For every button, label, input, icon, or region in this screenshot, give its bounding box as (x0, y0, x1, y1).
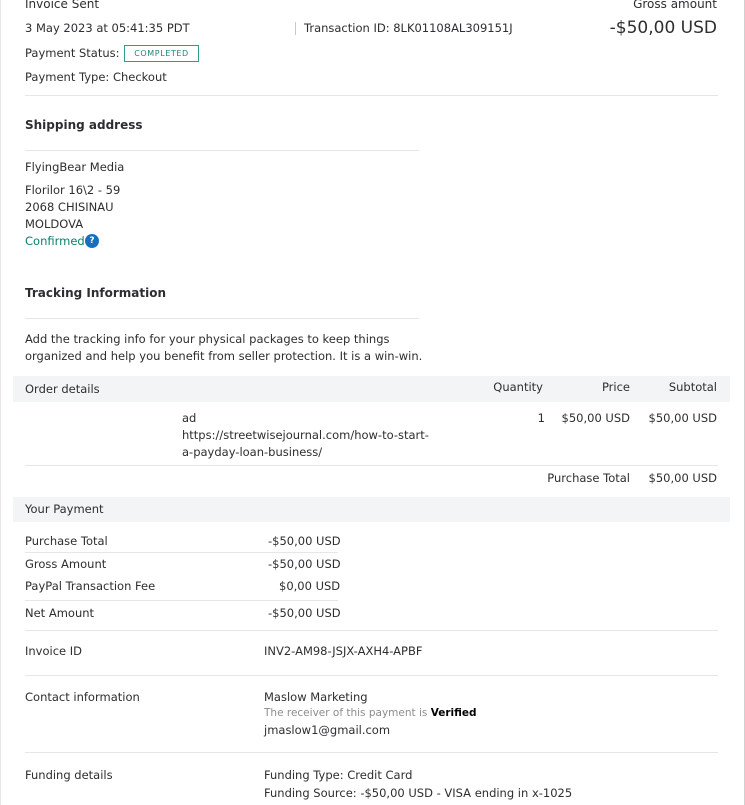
your-payment-label: Your Payment (25, 502, 104, 516)
item-name: ad (182, 411, 197, 425)
item-subtotal: $50,00 USD (648, 411, 717, 425)
status-badge: COMPLETED (124, 45, 199, 62)
help-icon[interactable]: ? (85, 234, 99, 248)
divider (25, 600, 338, 601)
payment-row-label: Gross Amount (25, 557, 107, 571)
purchase-total-label: Purchase Total (547, 471, 630, 485)
divider (25, 465, 718, 466)
invoice-id-value[interactable]: INV2-AM98-JSJX-AXH4-APBF (264, 644, 422, 658)
invoice-id-label: Invoice ID (25, 644, 83, 658)
column-price: Price (601, 380, 630, 394)
payment-row-value: -$50,00 USD (268, 534, 341, 548)
transaction-id[interactable]: Transaction ID: 8LK01108AL309151J (304, 21, 513, 35)
shipping-line2: 2068 CHISINAU (25, 200, 114, 214)
payment-type: Payment Type: Checkout (25, 70, 167, 84)
shipping-name: FlyingBear Media (25, 160, 125, 174)
payment-row-label: Purchase Total (25, 534, 108, 548)
item-quantity: 1 (537, 411, 545, 425)
contact-name: Maslow Marketing (264, 690, 368, 704)
item-url-line1[interactable]: https://streetwisejournal.com/how-to-sta… (182, 428, 429, 442)
payment-status-label: Payment Status: (25, 46, 120, 60)
divider (25, 318, 419, 319)
payment-row-value: -$50,00 USD (268, 557, 341, 571)
gross-amount-value: -$50,00 USD (609, 18, 717, 38)
payment-row-value: -$50,00 USD (268, 606, 341, 620)
divider (25, 675, 718, 676)
divider (25, 630, 718, 631)
address-confirmed-label: Confirmed (25, 234, 85, 248)
tracking-description-line2: organized and help you benefit from sell… (25, 349, 423, 363)
purchase-total-value: $50,00 USD (648, 471, 717, 485)
column-quantity: Quantity (493, 380, 543, 394)
tracking-title: Tracking Information (25, 286, 167, 300)
shipping-country: MOLDOVA (25, 217, 84, 231)
funding-type: Funding Type: Credit Card (264, 768, 413, 782)
contact-email[interactable]: jmaslow1@gmail.com (264, 723, 390, 737)
divider (25, 752, 718, 753)
divider (25, 150, 419, 151)
funding-source: Funding Source: -$50,00 USD - VISA endin… (264, 786, 573, 800)
your-payment-header (13, 497, 730, 522)
order-details-label: Order details (25, 382, 100, 396)
verified-word: Verified (430, 707, 477, 719)
divider (25, 552, 338, 553)
funding-details-label: Funding details (25, 768, 113, 782)
shipping-address-title: Shipping address (25, 118, 143, 132)
verified-status: The receiver of this payment is Verified (264, 707, 477, 719)
column-subtotal: Subtotal (668, 380, 717, 394)
payment-row-label: Net Amount (25, 606, 95, 620)
payment-row-label: PayPal Transaction Fee (25, 579, 156, 593)
header-divider (295, 22, 296, 35)
gross-amount-label: Gross amount (633, 0, 717, 11)
transaction-datetime: 3 May 2023 at 05:41:35 PDT (25, 21, 190, 35)
verified-prefix: The receiver of this payment is (264, 707, 431, 719)
item-url-line2[interactable]: a-payday-loan-business/ (182, 445, 322, 459)
page-title: Invoice Sent (25, 0, 100, 11)
contact-info-label: Contact information (25, 690, 140, 704)
divider (25, 95, 718, 96)
payment-row-value: $0,00 USD (279, 579, 341, 593)
item-price: $50,00 USD (561, 411, 630, 425)
shipping-line1: Florilor 16\2 - 59 (25, 183, 121, 197)
tracking-description-line1: Add the tracking info for your physical … (25, 332, 390, 346)
